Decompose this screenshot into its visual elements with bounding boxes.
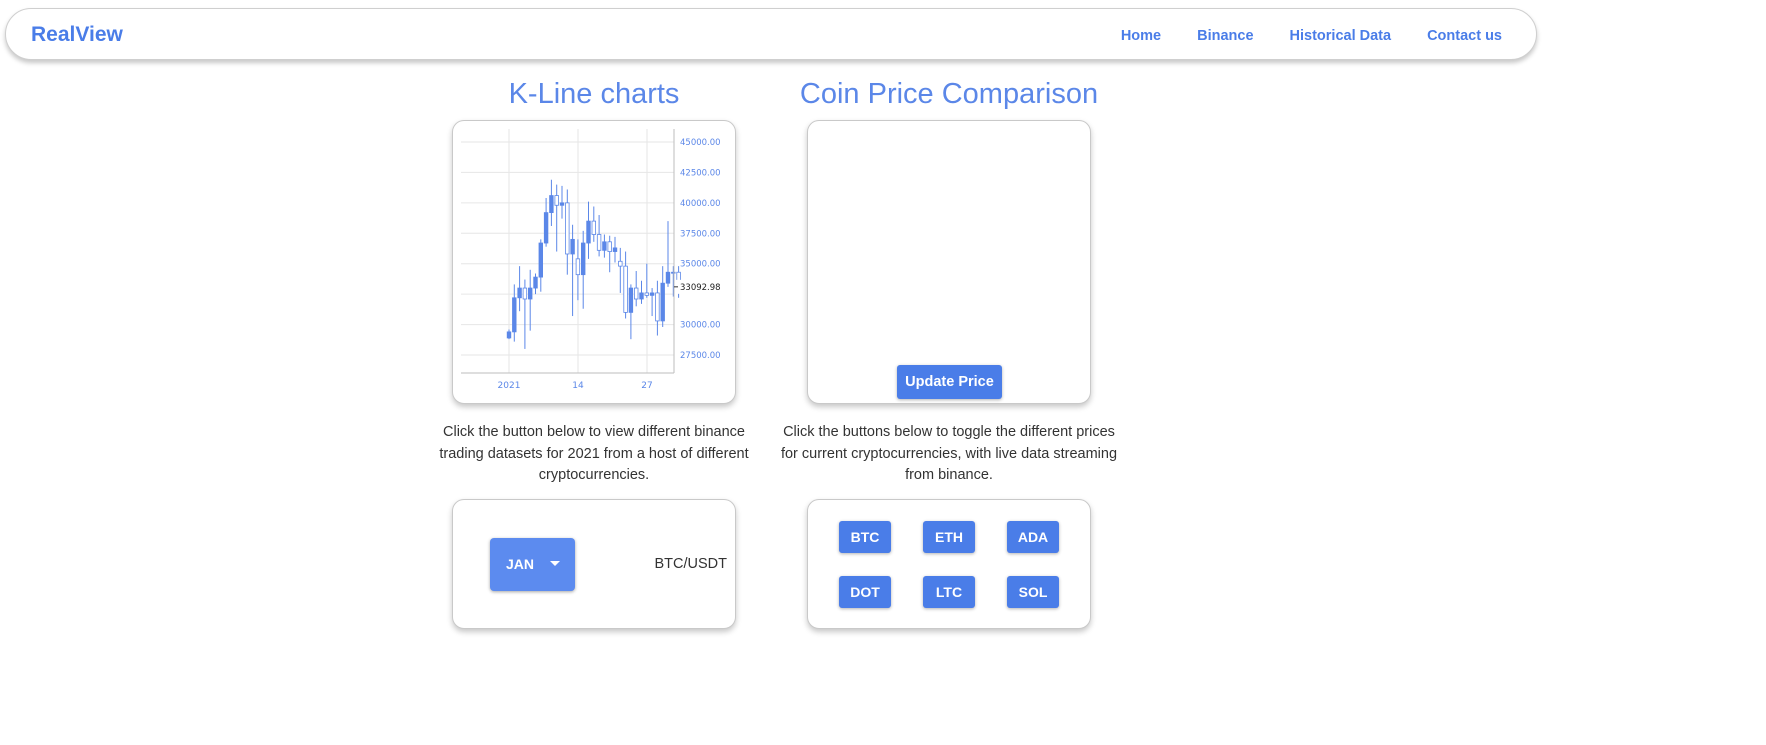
comparison-description: Click the buttons below to toggle the di… bbox=[780, 424, 1118, 483]
candle-body bbox=[644, 292, 649, 296]
y-tick-label: 40000.00 bbox=[680, 199, 721, 209]
candle-body bbox=[612, 247, 618, 252]
kline-chart[interactable]: 45000.00 42500.00 40000.00 37500.00 35000.00… bbox=[453, 121, 735, 403]
candle-body bbox=[639, 292, 644, 300]
coin-button-dot[interactable]: DOT bbox=[839, 576, 891, 608]
price-comparison-card: Update Price bbox=[807, 120, 1091, 404]
candle-body bbox=[596, 234, 602, 251]
last-price-label: 33092.98 bbox=[680, 283, 721, 293]
nav-link-historical-data[interactable]: Historical Data bbox=[1290, 28, 1392, 44]
y-tick-label: 42500.00 bbox=[680, 168, 721, 178]
y-tick-label: 30000.00 bbox=[680, 321, 721, 331]
coin-button-ada[interactable]: ADA bbox=[1007, 521, 1059, 553]
candle-body bbox=[628, 287, 634, 313]
candle-body bbox=[655, 292, 660, 322]
navbar: RealView Home Binance Historical Data Co… bbox=[5, 8, 1537, 60]
kline-description: Click the button below to view different… bbox=[439, 424, 749, 483]
nav-link-home[interactable]: Home bbox=[1121, 28, 1161, 44]
y-tick-label: 45000.00 bbox=[680, 138, 721, 148]
candle-body bbox=[591, 220, 596, 235]
candle-body bbox=[565, 202, 570, 255]
candle-body bbox=[618, 260, 623, 267]
nav-link-binance[interactable]: Binance bbox=[1197, 28, 1253, 44]
candle-body bbox=[602, 241, 607, 251]
candle-body bbox=[512, 297, 517, 333]
candle-body bbox=[570, 238, 575, 255]
candle-body bbox=[623, 265, 628, 313]
update-price-button[interactable]: Update Price bbox=[897, 365, 1002, 399]
candle-body bbox=[660, 282, 665, 322]
candle-body bbox=[633, 287, 639, 300]
candle-body bbox=[554, 195, 559, 206]
candle-body bbox=[549, 195, 554, 213]
month-select-value: JAN bbox=[506, 556, 535, 572]
y-tick-label: 37500.00 bbox=[680, 229, 721, 239]
comparison-title: Coin Price Comparison bbox=[799, 78, 1099, 110]
y-tick-label: 27500.00 bbox=[680, 351, 721, 361]
coin-toggle-card: BTC ETH ADA DOT LTC SOL bbox=[807, 499, 1091, 629]
trading-pair-label: BTC/USDT bbox=[654, 556, 728, 572]
kline-controls-card: JAN BTC/USDT bbox=[452, 499, 736, 629]
candle-body bbox=[575, 258, 581, 276]
coin-button-ltc[interactable]: LTC bbox=[923, 576, 975, 608]
candle-body bbox=[665, 271, 671, 284]
kline-chart-card: 45000.00 42500.00 40000.00 37500.00 35000.00… bbox=[452, 120, 736, 404]
coin-button-btc[interactable]: BTC bbox=[839, 521, 891, 553]
candle-body bbox=[528, 287, 533, 300]
candle-body bbox=[607, 241, 612, 252]
x-tick-label: 2021 bbox=[498, 381, 521, 391]
candle-body bbox=[543, 212, 549, 244]
candle-body bbox=[538, 242, 543, 278]
nav-link-contact-us[interactable]: Contact us bbox=[1427, 28, 1502, 44]
coin-button-sol[interactable]: SOL bbox=[1007, 576, 1059, 608]
candle-body bbox=[522, 287, 528, 300]
candle-body bbox=[649, 292, 655, 296]
candle-body bbox=[580, 242, 586, 276]
x-tick-label: 27 bbox=[641, 381, 652, 391]
candle-body bbox=[586, 220, 591, 244]
month-select[interactable]: JAN bbox=[490, 538, 575, 591]
kline-title: K-Line charts bbox=[508, 78, 680, 110]
candle-body bbox=[533, 276, 538, 289]
candle-body bbox=[559, 202, 565, 206]
brand-logo[interactable]: RealView bbox=[31, 23, 123, 47]
candle-body bbox=[506, 331, 512, 339]
y-tick-label: 35000.00 bbox=[680, 260, 721, 270]
x-tick-label: 14 bbox=[572, 381, 584, 391]
candle-body bbox=[517, 287, 522, 299]
nav-links: Home Binance Historical Data Contact us bbox=[1121, 28, 1502, 44]
coin-button-eth[interactable]: ETH bbox=[923, 521, 975, 553]
candle-body bbox=[671, 271, 676, 274]
caret-down-icon bbox=[550, 561, 560, 566]
